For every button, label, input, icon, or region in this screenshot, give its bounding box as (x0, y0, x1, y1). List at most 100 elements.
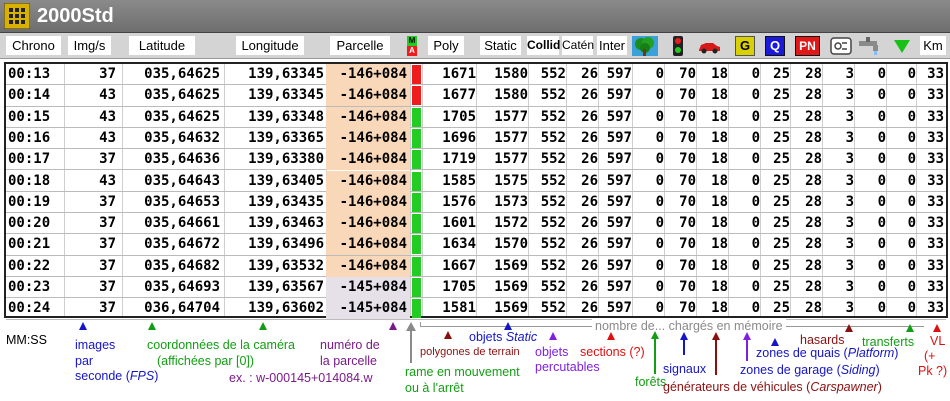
motion-status-indicator (412, 299, 421, 319)
cell-c8: 0 (877, 151, 886, 168)
app-title: 2000Std (37, 5, 114, 27)
cell-lat: 035,64643 (144, 172, 220, 189)
cell-c6: 28 (805, 129, 822, 146)
cell-collid: 552 (540, 172, 566, 189)
cell-c7: 3 (845, 236, 854, 253)
annotation-objets-static: objets Static (469, 330, 537, 345)
table-row[interactable]: 00:17 37 035,64636 139,63380 -146+084 1719 157… (6, 149, 946, 171)
arrow-up-icon (549, 332, 557, 340)
table-row[interactable]: 00:19 37 035,64653 139,63435 -146+084 1576 157… (6, 191, 946, 214)
cell-imgs: 43 (99, 108, 116, 125)
header-inter[interactable]: Inter (597, 36, 627, 55)
traffic-signal-icon[interactable] (670, 36, 686, 56)
table-row[interactable]: 00:14 43 035,64625 139,63345 -146+084 1677 158… (6, 85, 946, 107)
memory-bracket-tick (420, 322, 421, 327)
cell-c8: 0 (877, 193, 886, 210)
forest-tree-icon[interactable] (632, 36, 658, 56)
cell-collid: 552 (540, 236, 566, 253)
moving-stopped-header-icon[interactable]: M A (407, 36, 417, 56)
cell-lon: 139,63602 (248, 300, 324, 317)
header-static[interactable]: Static (480, 36, 521, 55)
table-row[interactable]: 00:24 37 036,64704 139,63602 -145+084 1581 156… (6, 298, 946, 320)
cell-lon: 139,63365 (248, 129, 324, 146)
header-km[interactable]: Km (920, 36, 946, 55)
annotation-em: Static (505, 330, 538, 344)
table-row[interactable]: 00:16 43 035,64632 139,63365 -146+084 1696 157… (6, 127, 946, 150)
garage-g-badge-icon[interactable]: G (735, 36, 755, 56)
cell-c7: 3 (845, 172, 854, 189)
cell-inter: 597 (606, 66, 632, 82)
cell-c3: 18 (711, 193, 728, 210)
cell-c7: 3 (845, 300, 854, 317)
cell-c7: 3 (845, 215, 854, 232)
table-row[interactable]: 00:18 43 035,64643 139,63405 -146+084 1585 157… (6, 170, 946, 192)
title-bar: 2000Std (0, 0, 950, 33)
table-row[interactable]: 00:22 37 035,64682 139,63532 -146+084 1667 156… (6, 255, 946, 277)
cell-static: 1572 (494, 215, 528, 232)
cell-c4: 0 (751, 66, 760, 82)
annotation-line: Pk ?) (918, 364, 948, 378)
annotation-camera-coords: coordonnées de la caméra (affichées par … (147, 337, 295, 369)
cell-c4: 0 (751, 215, 760, 232)
header-longitude[interactable]: Longitude (236, 36, 304, 55)
table-row[interactable]: 00:15 43 035,64625 139,63348 -146+084 1705 157… (6, 106, 946, 128)
cell-lon: 139,63567 (248, 279, 324, 295)
cell-chrono: 00:20 (8, 215, 51, 232)
platform-q-badge-icon[interactable]: Q (765, 36, 785, 56)
cell-lat: 035,64682 (144, 257, 220, 274)
annotation-line: percutables (535, 360, 600, 374)
annotation-mmss: MM:SS (6, 333, 47, 347)
header-imgs[interactable]: Img/s (68, 36, 111, 55)
table-row[interactable]: 00:23 37 035,64693 139,63567 -145+084 1705 156… (6, 277, 946, 299)
cell-c5: 25 (773, 193, 790, 210)
cell-caten: 26 (581, 87, 598, 104)
header-chrono[interactable]: Chrono (6, 36, 61, 55)
cell-c4: 0 (751, 236, 760, 253)
cell-imgs: 37 (99, 257, 116, 274)
faucet-icon[interactable] (858, 36, 884, 56)
header-parcelle[interactable]: Parcelle (330, 36, 390, 55)
cell-lat: 035,64625 (144, 108, 220, 125)
cell-c6: 28 (805, 257, 822, 274)
header-collid[interactable]: Collid (527, 36, 560, 55)
cell-lat: 036,64704 (144, 300, 220, 317)
cell-imgs: 37 (99, 193, 116, 210)
cell-c1: 0 (655, 66, 664, 82)
cell-caten: 26 (581, 172, 598, 189)
green-down-triangle-icon[interactable] (892, 36, 912, 56)
cell-imgs: 37 (99, 151, 116, 168)
annotation-text: seconde ( (75, 369, 130, 383)
cell-c1: 0 (655, 108, 664, 125)
cell-caten: 26 (581, 108, 598, 125)
cell-c4: 0 (751, 87, 760, 104)
header-caten[interactable]: Catén (562, 36, 594, 55)
table-row[interactable]: 00:20 37 035,64661 139,63463 -146+084 1601 157… (6, 213, 946, 235)
annotation-line: numéro de (320, 338, 380, 352)
cell-chrono: 00:15 (8, 108, 51, 125)
cell-inter: 597 (606, 172, 632, 189)
cell-static: 1575 (494, 172, 528, 189)
cell-c2: 70 (679, 151, 696, 168)
header-poly[interactable]: Poly (428, 36, 464, 55)
annotation-line: images (75, 338, 116, 352)
cell-c10: 33 (927, 215, 944, 232)
cell-c9: 0 (907, 193, 916, 210)
table-row[interactable]: 00:13 37 035,64625 139,63345 -146+084 1671 158… (6, 64, 946, 86)
cell-poly: 1601 (442, 215, 476, 232)
cell-parcelle: -146+084 (326, 170, 410, 192)
cell-static: 1580 (494, 66, 528, 82)
hazard-pn-badge-icon[interactable]: PN (795, 36, 820, 56)
header-latitude[interactable]: Latitude (129, 36, 195, 55)
cell-parcelle: -146+084 (326, 213, 410, 235)
moving-label: M (407, 36, 417, 46)
cell-poly: 1677 (442, 87, 476, 104)
table-row[interactable]: 00:21 37 035,64672 139,63496 -146+084 1634 157… (6, 234, 946, 256)
cell-parcelle: -146+084 (326, 106, 410, 128)
car-icon[interactable] (697, 36, 721, 56)
stopped-label: A (407, 46, 417, 56)
cell-poly: 1634 (442, 236, 476, 253)
transfer-icon[interactable] (830, 36, 852, 56)
cell-c9: 0 (907, 129, 916, 146)
cell-lat: 035,64661 (144, 215, 220, 232)
cell-parcelle: -146+084 (326, 234, 410, 256)
